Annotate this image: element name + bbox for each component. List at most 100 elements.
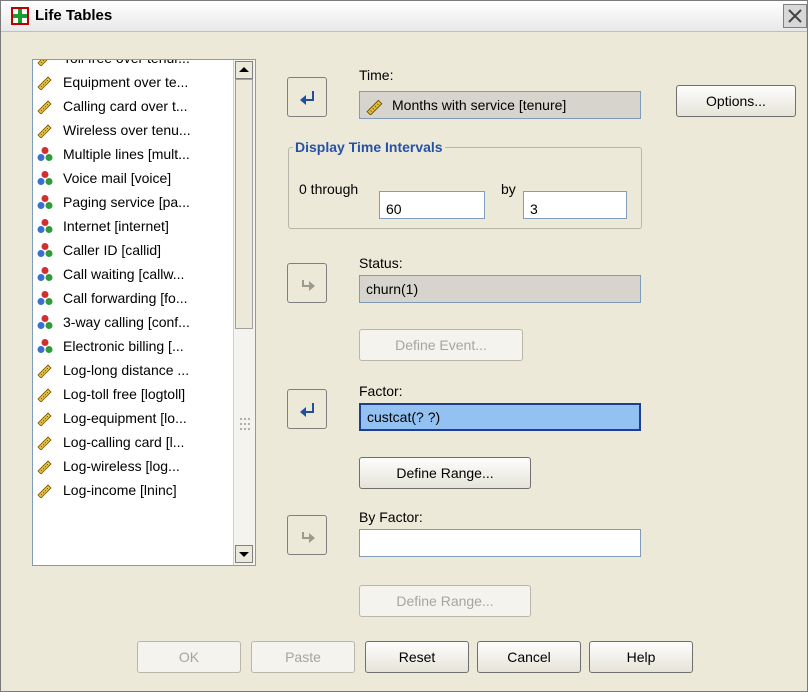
move-to-factor-button[interactable] <box>287 389 327 429</box>
nominal-icon <box>37 291 53 305</box>
variable-list-item[interactable]: Log-calling card [l... <box>33 430 233 454</box>
close-button[interactable] <box>783 4 807 28</box>
nominal-icon <box>37 219 53 233</box>
arrow-down-icon <box>239 552 249 557</box>
status-field[interactable]: churn(1) <box>359 275 641 303</box>
variable-label: Multiple lines [mult... <box>63 146 190 162</box>
status-value: churn(1) <box>366 281 419 297</box>
variable-list-item[interactable]: Electronic billing [... <box>33 334 233 358</box>
variable-list-item[interactable]: Voice mail [voice] <box>33 166 233 190</box>
nominal-icon <box>37 339 53 353</box>
scroll-down-button[interactable] <box>235 545 253 563</box>
ruler-icon <box>37 60 48 66</box>
variable-label: Wireless over tenu... <box>63 122 191 138</box>
nominal-icon <box>37 243 53 257</box>
variable-list-item[interactable]: Toll free over tenur... <box>33 60 233 70</box>
reset-button[interactable]: Reset <box>365 641 469 673</box>
variable-list-item[interactable]: Caller ID [callid] <box>33 238 233 262</box>
arrow-right-icon <box>302 280 315 291</box>
ruler-icon <box>37 76 52 90</box>
variable-label: Paging service [pa... <box>63 194 190 210</box>
variable-label: Toll free over tenur... <box>63 60 190 70</box>
through-label: 0 through <box>299 181 359 197</box>
variable-list-item[interactable]: Log-toll free [logtoll] <box>33 382 233 406</box>
cancel-button[interactable]: Cancel <box>477 641 581 673</box>
nominal-icon <box>37 147 53 161</box>
arrow-right-icon <box>302 532 315 543</box>
variable-list-item[interactable]: Log-long distance ... <box>33 358 233 382</box>
status-label: Status: <box>359 255 403 271</box>
variable-label: Call forwarding [fo... <box>63 290 188 306</box>
display-intervals-title: Display Time Intervals <box>293 139 445 155</box>
variable-list-item[interactable]: 3-way calling [conf... <box>33 310 233 334</box>
scroll-grip-icon <box>240 418 250 430</box>
options-button[interactable]: Options... <box>676 85 796 117</box>
ok-button[interactable]: OK <box>137 641 241 673</box>
through-input[interactable]: 60 <box>379 191 485 219</box>
factor-label: Factor: <box>359 383 403 399</box>
nominal-icon <box>37 267 53 281</box>
time-field[interactable]: Months with service [tenure] <box>359 91 641 119</box>
life-tables-dialog: Life Tables Toll free over tenur... Equip… <box>0 0 808 692</box>
variable-label: Log-income [lninc] <box>63 482 177 498</box>
scroll-thumb[interactable] <box>235 79 253 329</box>
variable-label: Caller ID [callid] <box>63 242 162 258</box>
paste-button[interactable]: Paste <box>251 641 355 673</box>
ruler-icon <box>37 412 52 426</box>
factor-field[interactable]: custcat(? ?) <box>359 403 641 431</box>
dialog-title: Life Tables <box>35 7 113 24</box>
variable-label: Internet [internet] <box>63 218 169 234</box>
move-to-status-button[interactable] <box>287 263 327 303</box>
variable-list-item[interactable]: Log-income [lninc] <box>33 478 233 502</box>
by-label: by <box>501 181 516 197</box>
variable-list-item[interactable]: Calling card over t... <box>33 94 233 118</box>
ruler-icon <box>37 364 52 378</box>
by-input[interactable]: 3 <box>523 191 627 219</box>
variable-list[interactable]: Toll free over tenur... Equipment over te… <box>32 59 256 566</box>
variable-label: Calling card over t... <box>63 98 188 114</box>
arrow-left-icon <box>300 91 314 105</box>
nominal-icon <box>37 171 53 185</box>
variable-list-item[interactable]: Paging service [pa... <box>33 190 233 214</box>
nominal-icon <box>37 195 53 209</box>
time-value: Months with service [tenure] <box>392 97 567 113</box>
move-to-by-factor-button[interactable] <box>287 515 327 555</box>
time-label: Time: <box>359 67 394 83</box>
variable-list-item[interactable]: Internet [internet] <box>33 214 233 238</box>
title-bar: Life Tables <box>1 1 807 32</box>
ruler-icon <box>37 460 52 474</box>
define-range-button[interactable]: Define Range... <box>359 457 531 489</box>
ruler-icon <box>366 99 383 115</box>
variable-list-item[interactable]: Log-wireless [log... <box>33 454 233 478</box>
move-to-time-button[interactable] <box>287 77 327 117</box>
variable-list-item[interactable]: Wireless over tenu... <box>33 118 233 142</box>
app-icon <box>11 7 29 25</box>
variable-label: Voice mail [voice] <box>63 170 172 186</box>
ruler-icon <box>37 484 52 498</box>
help-button[interactable]: Help <box>589 641 693 673</box>
ruler-icon <box>37 436 52 450</box>
variable-list-items: Toll free over tenur... Equipment over te… <box>33 60 233 502</box>
define-range-2-button[interactable]: Define Range... <box>359 585 531 617</box>
variable-label: Call waiting [callw... <box>63 266 185 282</box>
close-icon <box>788 9 802 23</box>
variable-list-item[interactable]: Call waiting [callw... <box>33 262 233 286</box>
by-factor-field[interactable] <box>359 529 641 557</box>
variable-list-item[interactable]: Multiple lines [mult... <box>33 142 233 166</box>
variable-label: Log-calling card [l... <box>63 434 185 450</box>
ruler-icon <box>37 100 52 114</box>
arrow-left-icon <box>300 403 314 417</box>
variable-list-item[interactable]: Equipment over te... <box>33 70 233 94</box>
variable-label: Log-wireless [log... <box>63 458 180 474</box>
scroll-up-button[interactable] <box>235 61 253 79</box>
variable-label: Log-long distance ... <box>63 362 190 378</box>
through-value: 60 <box>386 201 402 217</box>
variable-list-scrollbar[interactable] <box>233 60 255 565</box>
ruler-icon <box>37 124 52 138</box>
factor-value: custcat(? ?) <box>367 409 441 425</box>
define-event-button[interactable]: Define Event... <box>359 329 523 361</box>
variable-list-item[interactable]: Call forwarding [fo... <box>33 286 233 310</box>
variable-list-item[interactable]: Log-equipment [lo... <box>33 406 233 430</box>
by-factor-label: By Factor: <box>359 509 423 525</box>
variable-label: Log-equipment [lo... <box>63 410 187 426</box>
